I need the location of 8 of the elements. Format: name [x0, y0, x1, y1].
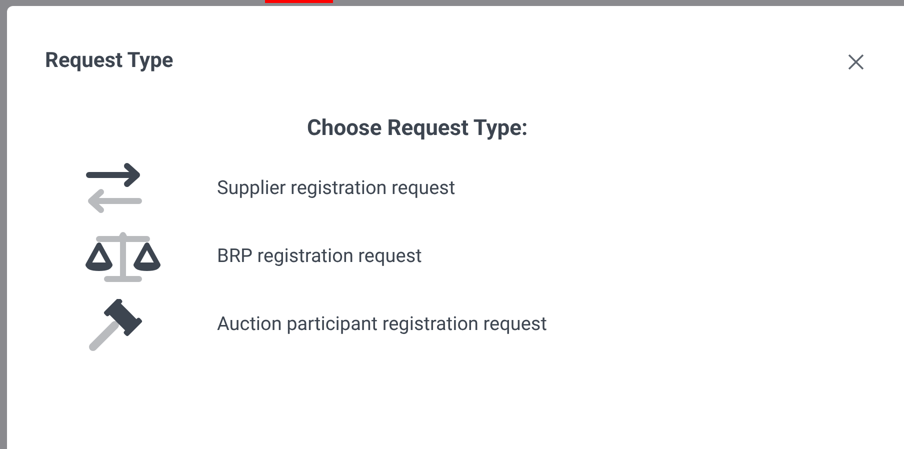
underline-mark — [265, 0, 333, 3]
exchange-arrows-icon — [83, 162, 145, 214]
balance-scale-icon — [83, 230, 163, 282]
dialog-title: Request Type — [45, 48, 174, 75]
option-link[interactable]: Auction participant registration request — [217, 310, 547, 339]
option-link[interactable]: BRP registration request — [217, 242, 422, 271]
section-heading: Choose Request Type: — [306, 114, 529, 142]
option-link[interactable]: Supplier registration request — [217, 174, 456, 203]
